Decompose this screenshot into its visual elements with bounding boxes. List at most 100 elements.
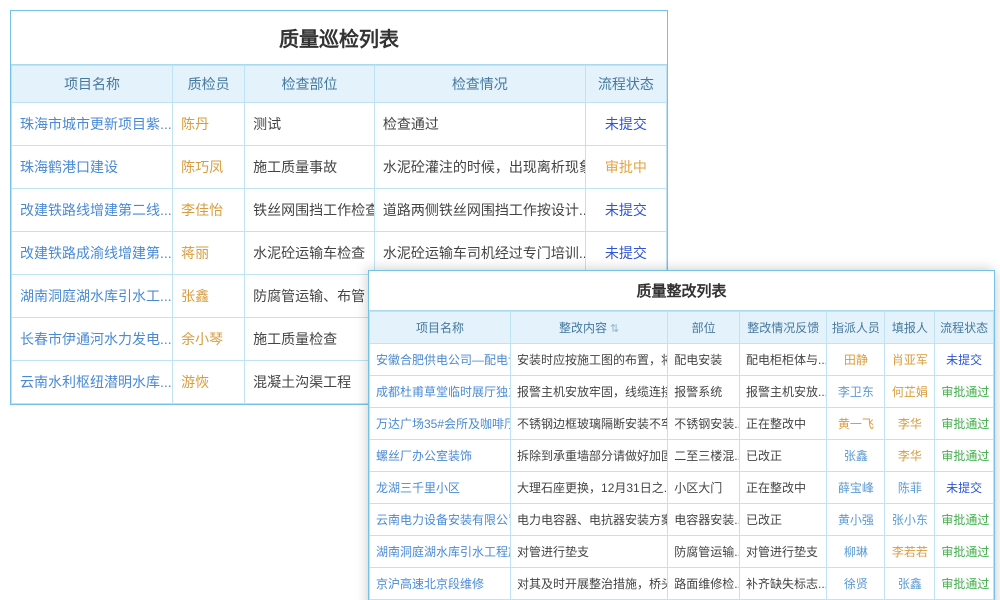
rectify-feedback: 已改正 [740, 504, 827, 536]
inspection-table-title: 质量巡检列表 [11, 11, 667, 65]
inspector-name[interactable]: 张鑫 [181, 288, 209, 304]
inspector-name[interactable]: 余小琴 [181, 331, 223, 347]
rectify-content: 拆除到承重墙部分请做好加固... [511, 440, 668, 472]
inspection-location: 水泥砼运输车检查 [245, 232, 375, 275]
reporter-name[interactable]: 李华 [898, 417, 922, 431]
status-badge: 审批通过 [941, 417, 989, 431]
assigned-person[interactable]: 黄小强 [838, 513, 874, 527]
assigned-person[interactable]: 李卫东 [838, 385, 874, 399]
reporter-name[interactable]: 李华 [898, 449, 922, 463]
project-link[interactable]: 湖南洞庭湖水库引水工... [20, 288, 172, 304]
table-row[interactable]: 安徽合肥供电公司—配电设备... 安装时应按施工图的布置，将... 配电安装 配… [370, 344, 994, 376]
inspection-situation: 检查通过 [374, 103, 585, 146]
rectify-part: 二至三楼混... [668, 440, 740, 472]
project-link[interactable]: 万达广场35#会所及咖啡厅空... [376, 417, 511, 431]
inspection-location: 施工质量检查 [245, 318, 375, 361]
status-badge: 未提交 [605, 202, 647, 218]
status-badge: 未提交 [946, 353, 982, 367]
rectify-part: 防腐管运输... [668, 536, 740, 568]
table-row[interactable]: 万达广场35#会所及咖啡厅空... 不锈钢边框玻璃隔断安装不牢... 不锈钢安装… [370, 408, 994, 440]
status-badge: 审批通过 [941, 385, 989, 399]
status-badge: 审批中 [605, 159, 647, 175]
table-row[interactable]: 成都杜甫草堂临时展厅独立展... 报警主机安放牢固，线缆连接... 报警系统 报… [370, 376, 994, 408]
status-badge: 审批通过 [941, 577, 989, 591]
col-header-status: 流程状态 [585, 66, 666, 103]
status-badge: 审批通过 [941, 449, 989, 463]
status-badge: 审批通过 [941, 513, 989, 527]
reporter-name[interactable]: 何芷娟 [892, 385, 928, 399]
inspection-situation: 水泥砼灌注的时候，出现离析现象 [374, 146, 585, 189]
col-header-reporter: 填报人 [885, 312, 935, 344]
project-link[interactable]: 螺丝厂办公室装饰 [376, 449, 472, 463]
inspector-name[interactable]: 陈丹 [181, 116, 209, 132]
project-link[interactable]: 龙湖三千里小区 [376, 481, 460, 495]
inspector-name[interactable]: 蒋丽 [181, 245, 209, 261]
table-row[interactable]: 龙湖三千里小区 大理石座更换，12月31日之... 小区大门 正在整改中 薛宝峰… [370, 472, 994, 504]
assigned-person[interactable]: 黄一飞 [838, 417, 874, 431]
table-row[interactable]: 珠海市城市更新项目紫... 陈丹 测试 检查通过 未提交 [12, 103, 667, 146]
project-link[interactable]: 云南电力设备安装有限公司20... [376, 513, 511, 527]
inspection-situation: 道路两侧铁丝网围挡工作按设计... [374, 189, 585, 232]
rectify-content: 报警主机安放牢固，线缆连接... [511, 376, 668, 408]
rectify-content: 对管进行垫支 [511, 536, 668, 568]
project-link[interactable]: 改建铁路线增建第二线... [20, 202, 172, 218]
table-row[interactable]: 湖南洞庭湖水库引水工程施工1标 对管进行垫支 防腐管运输... 对管进行垫支 柳… [370, 536, 994, 568]
rectification-header-row: 项目名称 整改内容⇅ 部位 整改情况反馈 指派人员 填报人 流程状态 [370, 312, 994, 344]
col-header-content[interactable]: 整改内容⇅ [511, 312, 668, 344]
project-link[interactable]: 长春市伊通河水力发电... [20, 331, 172, 347]
project-link[interactable]: 湖南洞庭湖水库引水工程施工1标 [376, 545, 511, 559]
rectify-feedback: 配电柜柜体与... [740, 344, 827, 376]
rectify-content: 安装时应按施工图的布置，将... [511, 344, 668, 376]
table-row[interactable]: 云南电力设备安装有限公司20... 电力电容器、电抗器安装方案,... 电容器安… [370, 504, 994, 536]
table-row[interactable]: 珠海鹤港口建设 陈巧凤 施工质量事故 水泥砼灌注的时候，出现离析现象 审批中 [12, 146, 667, 189]
reporter-name[interactable]: 张鑫 [898, 577, 922, 591]
inspection-situation: 水泥砼运输车司机经过专门培训... [374, 232, 585, 275]
rectify-feedback: 对管进行垫支 [740, 536, 827, 568]
rectify-feedback: 正在整改中 [740, 472, 827, 504]
rectify-part: 小区大门 [668, 472, 740, 504]
assigned-person[interactable]: 柳琳 [844, 545, 868, 559]
rectify-part: 配电安装 [668, 344, 740, 376]
project-link[interactable]: 京沪高速北京段维修 [376, 577, 484, 591]
reporter-name[interactable]: 陈菲 [898, 481, 922, 495]
reporter-name[interactable]: 肖亚军 [892, 353, 928, 367]
rectify-feedback: 正在整改中 [740, 408, 827, 440]
inspector-name[interactable]: 陈巧凤 [181, 159, 223, 175]
table-row[interactable]: 螺丝厂办公室装饰 拆除到承重墙部分请做好加固... 二至三楼混... 已改正 张… [370, 440, 994, 472]
rectify-part: 电容器安装... [668, 504, 740, 536]
rectify-content: 对其及时开展整治措施，桥头... [511, 568, 668, 600]
project-link[interactable]: 改建铁路成渝线增建第... [20, 245, 172, 261]
col-header-content-label: 整改内容 [559, 321, 607, 335]
rectification-table-card: 质量整改列表 项目名称 整改内容⇅ 部位 整改情况反馈 指派人员 填报人 流程状… [368, 270, 995, 600]
sort-icon[interactable]: ⇅ [610, 323, 619, 335]
reporter-name[interactable]: 李若若 [892, 545, 928, 559]
table-row[interactable]: 改建铁路线增建第二线... 李佳怡 铁丝网围挡工作检查 道路两侧铁丝网围挡工作按… [12, 189, 667, 232]
project-link[interactable]: 云南水利枢纽潜明水库... [20, 374, 172, 390]
rectify-part: 不锈钢安装... [668, 408, 740, 440]
rectify-content: 大理石座更换，12月31日之... [511, 472, 668, 504]
table-row[interactable]: 改建铁路成渝线增建第... 蒋丽 水泥砼运输车检查 水泥砼运输车司机经过专门培训… [12, 232, 667, 275]
assigned-person[interactable]: 张鑫 [844, 449, 868, 463]
status-badge: 未提交 [946, 481, 982, 495]
col-header-inspector: 质检员 [173, 66, 245, 103]
table-row[interactable]: 京沪高速北京段维修 对其及时开展整治措施，桥头... 路面维修检... 补齐缺失… [370, 568, 994, 600]
project-link[interactable]: 珠海市城市更新项目紫... [20, 116, 172, 132]
assigned-person[interactable]: 田静 [844, 353, 868, 367]
inspector-name[interactable]: 李佳怡 [181, 202, 223, 218]
inspection-header-row: 项目名称 质检员 检查部位 检查情况 流程状态 [12, 66, 667, 103]
project-link[interactable]: 珠海鹤港口建设 [20, 159, 118, 175]
project-link[interactable]: 成都杜甫草堂临时展厅独立展... [376, 385, 511, 399]
rectify-content: 不锈钢边框玻璃隔断安装不牢... [511, 408, 668, 440]
col-header-situation: 检查情况 [374, 66, 585, 103]
assigned-person[interactable]: 徐贤 [844, 577, 868, 591]
col-header-project: 项目名称 [12, 66, 173, 103]
inspector-name[interactable]: 游恢 [181, 374, 209, 390]
inspection-location: 测试 [245, 103, 375, 146]
assigned-person[interactable]: 薛宝峰 [838, 481, 874, 495]
rectify-feedback: 报警主机安放... [740, 376, 827, 408]
reporter-name[interactable]: 张小东 [892, 513, 928, 527]
rectification-table: 项目名称 整改内容⇅ 部位 整改情况反馈 指派人员 填报人 流程状态 安徽合肥供… [369, 311, 994, 600]
rectify-content: 电力电容器、电抗器安装方案,... [511, 504, 668, 536]
project-link[interactable]: 安徽合肥供电公司—配电设备... [376, 353, 511, 367]
col-header-feedback: 整改情况反馈 [740, 312, 827, 344]
